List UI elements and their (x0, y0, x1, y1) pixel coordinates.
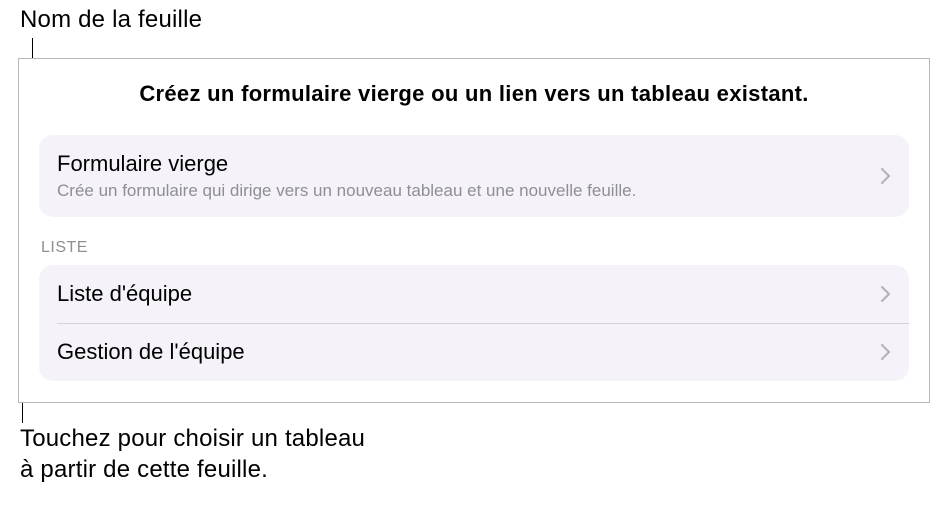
chevron-right-icon (881, 168, 891, 184)
table-option-0[interactable]: Liste d'équipe (39, 265, 909, 323)
table-option-label: Liste d'équipe (57, 281, 192, 307)
chevron-right-icon (881, 286, 891, 302)
table-list-group: Liste d'équipe Gestion de l'équipe (39, 265, 909, 381)
callout-choose-table: Touchez pour choisir un tableau à partir… (20, 423, 365, 485)
blank-form-title: Formulaire vierge (57, 151, 881, 177)
blank-form-subtitle: Crée un formulaire qui dirige vers un no… (57, 181, 881, 201)
callout-sheet-name: Nom de la feuille (20, 6, 202, 34)
callout-bottom-line2: à partir de cette feuille. (20, 456, 268, 483)
section-header-liste: LISTE (41, 239, 907, 257)
table-option-1[interactable]: Gestion de l'équipe (39, 323, 909, 381)
form-setup-panel: Créez un formulaire vierge ou un lien ve… (18, 58, 930, 403)
panel-title: Créez un formulaire vierge ou un lien ve… (19, 81, 929, 107)
callout-bottom-line1: Touchez pour choisir un tableau (20, 425, 365, 452)
table-option-label: Gestion de l'équipe (57, 339, 245, 365)
blank-form-text: Formulaire vierge Crée un formulaire qui… (57, 151, 881, 201)
blank-form-button[interactable]: Formulaire vierge Crée un formulaire qui… (39, 135, 909, 217)
chevron-right-icon (881, 344, 891, 360)
